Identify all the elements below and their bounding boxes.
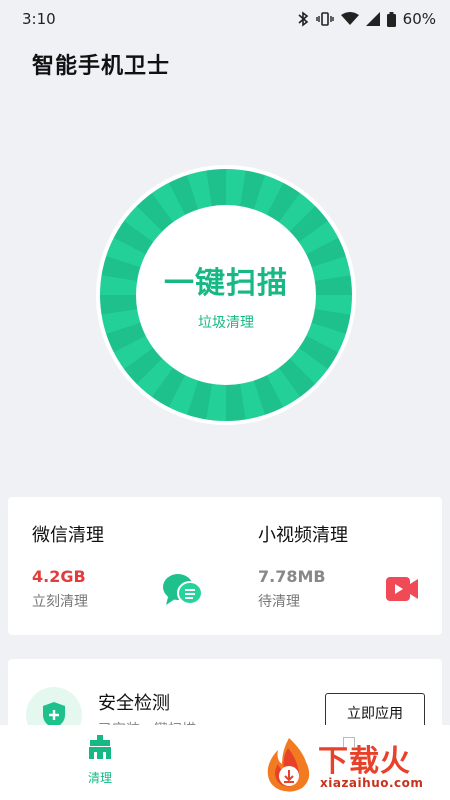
- wechat-clean-item[interactable]: 微信清理 4.2GB 立刻清理: [8, 497, 225, 635]
- wechat-clean-title: 微信清理: [32, 525, 104, 546]
- status-bar: 3:10 60%: [0, 0, 450, 38]
- security-title: 安全检测: [98, 693, 170, 714]
- watermark: 下载火 xiazaihuo.com: [262, 732, 450, 798]
- broom-icon: [87, 735, 113, 763]
- status-icons: 60%: [297, 10, 436, 28]
- flame-logo-icon: [262, 736, 316, 798]
- battery-icon: [386, 11, 396, 27]
- scan-title: 一键扫描: [164, 266, 288, 301]
- short-video-clean-item[interactable]: 小视频清理 7.78MB 待清理: [234, 497, 450, 635]
- cleanup-card: 微信清理 4.2GB 立刻清理 小视频清理 7.78MB 待清理: [8, 497, 442, 635]
- short-video-clean-title: 小视频清理: [258, 525, 348, 546]
- nav-tab-clean[interactable]: 清理: [72, 735, 128, 791]
- short-video-clean-size: 7.78MB: [258, 567, 326, 586]
- scan-ring: 一键扫描 垃圾清理: [100, 169, 352, 421]
- wechat-clean-size: 4.2GB: [32, 567, 86, 586]
- bluetooth-icon: [297, 11, 309, 27]
- wifi-icon: [340, 12, 359, 26]
- short-video-clean-note: 待清理: [258, 594, 300, 610]
- watermark-url: xiazaihuo.com: [320, 776, 424, 790]
- signal-icon: [365, 12, 380, 26]
- vibrate-icon: [315, 11, 334, 27]
- wechat-chat-icon: [162, 573, 204, 611]
- battery-percent: 60%: [402, 10, 436, 28]
- status-time: 3:10: [22, 10, 56, 28]
- watermark-brand: 下载火: [318, 744, 411, 779]
- scan-center: 一键扫描 垃圾清理: [136, 205, 316, 385]
- video-camera-icon: [384, 573, 420, 609]
- nav-tab-clean-label: 清理: [87, 771, 112, 785]
- one-key-scan-button[interactable]: 一键扫描 垃圾清理: [96, 165, 356, 425]
- scan-subtitle: 垃圾清理: [198, 315, 254, 331]
- app-title: 智能手机卫士: [32, 54, 171, 79]
- wechat-clean-note: 立刻清理: [32, 594, 88, 610]
